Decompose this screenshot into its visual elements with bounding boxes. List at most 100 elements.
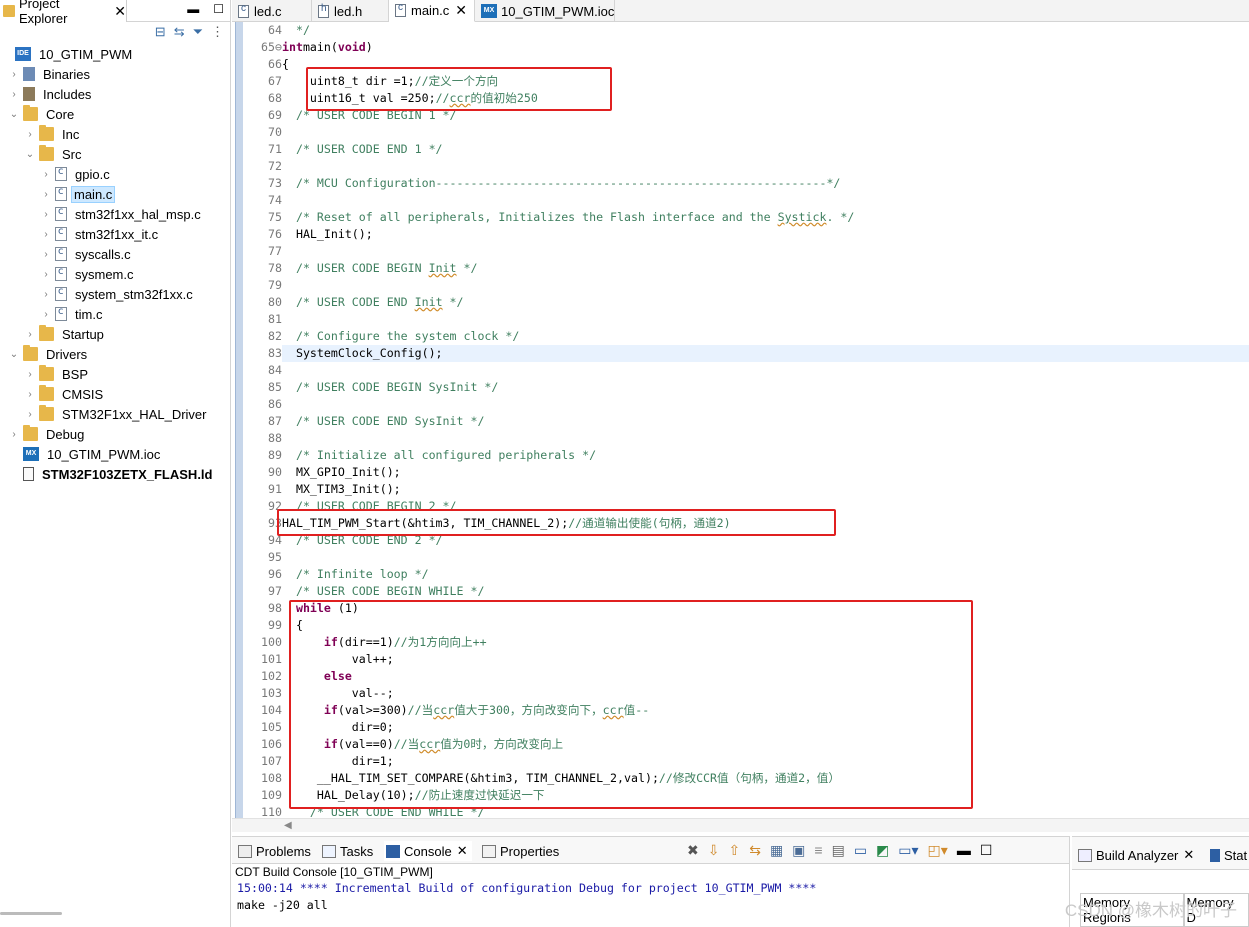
code-line[interactable]: __HAL_TIM_SET_COMPARE(&htim3, TIM_CHANNE…	[282, 770, 1249, 787]
close-icon[interactable]: ✕	[114, 4, 126, 18]
code-line[interactable]: /* USER CODE END Init */	[282, 294, 1249, 311]
chevron-right-icon[interactable]: ›	[40, 309, 52, 320]
chevron-right-icon[interactable]: ›	[24, 369, 36, 380]
tree-item[interactable]: › gpio.c	[40, 164, 114, 184]
code-line[interactable]: /* Configure the system clock */	[282, 328, 1249, 345]
code-line[interactable]: /* USER CODE BEGIN Init */	[282, 260, 1249, 277]
close-icon[interactable]: ✕	[455, 2, 467, 19]
code-line[interactable]: HAL_TIM_PWM_Start(&htim3, TIM_CHANNEL_2)…	[282, 515, 1249, 532]
tree-item[interactable]: MX 10_GTIM_PWM.ioc	[8, 444, 164, 464]
code-line[interactable]: HAL_Delay(10);//防止速度过快延迟一下	[282, 787, 1249, 804]
code-line[interactable]: if(dir==1)//为1方向向上++	[282, 634, 1249, 651]
code-line[interactable]: uint8_t dir =1;//定义一个方向	[282, 73, 1249, 90]
code-line[interactable]	[282, 158, 1249, 175]
code-line[interactable]: /* USER CODE END WHILE */	[282, 804, 1249, 818]
chevron-right-icon[interactable]: ›	[24, 409, 36, 420]
code-line[interactable]: val--;	[282, 685, 1249, 702]
scroll-left-icon[interactable]: ◀	[284, 820, 292, 831]
code-line[interactable]	[282, 124, 1249, 141]
chevron-down-icon[interactable]: ⌄	[8, 349, 20, 360]
code-line[interactable]: uint16_t val =250;//ccr的值初始250	[282, 90, 1249, 107]
code-line[interactable]: /* USER CODE BEGIN SysInit */	[282, 379, 1249, 396]
code-line[interactable]: dir=0;	[282, 719, 1249, 736]
tree-item[interactable]: › STM32F1xx_HAL_Driver	[24, 404, 211, 424]
code-editor[interactable]: 64 65⊖ 66 67 68 69 70 71 72 73 74 75 76 77 78 79 80 81 82 8…	[232, 22, 1249, 818]
minimize-icon[interactable]: ▬	[187, 2, 199, 16]
code-line[interactable]: /* USER CODE BEGIN WHILE */	[282, 583, 1249, 600]
chevron-right-icon[interactable]: ›	[40, 229, 52, 240]
code-line[interactable]	[282, 396, 1249, 413]
code-line[interactable]: /* Infinite loop */	[282, 566, 1249, 583]
copy-icon[interactable]: ▦	[770, 842, 783, 859]
maximize-icon[interactable]: ☐	[980, 842, 993, 859]
code-line[interactable]: /* USER CODE BEGIN 1 */	[282, 107, 1249, 124]
code-line[interactable]: MX_TIM3_Init();	[282, 481, 1249, 498]
open-console-icon[interactable]: ▭▾	[898, 842, 918, 859]
tab-console[interactable]: Console ✕	[384, 841, 472, 861]
display-console-icon[interactable]: ◩	[876, 842, 889, 859]
tree-item[interactable]: › CMSIS	[24, 384, 107, 404]
tree-item[interactable]: › Startup	[24, 324, 108, 344]
code-line[interactable]	[282, 430, 1249, 447]
chevron-right-icon[interactable]: ›	[24, 329, 36, 340]
tree-item[interactable]: STM32F103ZETX_FLASH.ld	[8, 464, 216, 484]
chevron-right-icon[interactable]: ›	[40, 269, 52, 280]
tree-item[interactable]: › stm32f1xx_it.c	[40, 224, 162, 244]
code-line[interactable]	[282, 362, 1249, 379]
code-line[interactable]: if(val>=300)//当ccr值大于300，方向改变向下，ccr值--	[282, 702, 1249, 719]
chevron-right-icon[interactable]: ›	[40, 209, 52, 220]
code-line[interactable]: MX_GPIO_Init();	[282, 464, 1249, 481]
code-line[interactable]: /* MCU Configuration--------------------…	[282, 175, 1249, 192]
filter-icon[interactable]: ⏷	[193, 24, 203, 40]
code-line[interactable]	[282, 243, 1249, 260]
word-wrap-icon[interactable]: ≡	[814, 842, 822, 859]
new-console-icon[interactable]: ◰▾	[928, 842, 948, 859]
clear-console-icon[interactable]: ▤	[832, 842, 845, 859]
view-menu-icon[interactable]: ⋮	[211, 24, 224, 40]
chevron-down-icon[interactable]: ⌄	[24, 149, 36, 160]
tree-item[interactable]: › Includes	[8, 84, 95, 104]
chevron-right-icon[interactable]: ›	[8, 69, 20, 80]
save-icon[interactable]: ▣	[792, 842, 805, 859]
code-line[interactable]: {	[282, 617, 1249, 634]
tree-item[interactable]: ⌄ Core	[8, 104, 78, 124]
remove-launch-icon[interactable]: ✖	[687, 842, 699, 859]
tree-item[interactable]: ⌄ Src	[24, 144, 86, 164]
tab-project-explorer[interactable]: Project Explorer ✕	[0, 0, 127, 26]
code-line[interactable]: /* USER CODE END 1 */	[282, 141, 1249, 158]
tree-item[interactable]: ⌄ Drivers	[8, 344, 91, 364]
code-line[interactable]: /* Initialize all configured peripherals…	[282, 447, 1249, 464]
tree-item[interactable]: › stm32f1xx_hal_msp.c	[40, 204, 205, 224]
tab-static-stack[interactable]: Stat	[1210, 845, 1247, 865]
link-with-editor-icon[interactable]: ⇆	[174, 24, 185, 40]
tab-tasks[interactable]: Tasks	[322, 841, 373, 861]
next-error-icon[interactable]: ⇆	[749, 842, 761, 859]
code-line[interactable]: else	[282, 668, 1249, 685]
pin-console-icon[interactable]: ▭	[854, 842, 867, 859]
code-line[interactable]: while (1)	[282, 600, 1249, 617]
collapse-all-icon[interactable]: ⊟	[155, 24, 166, 40]
code-line[interactable]	[282, 277, 1249, 294]
code-line[interactable]: intmain(void)	[282, 39, 1249, 56]
maximize-icon[interactable]: ☐	[213, 2, 224, 16]
code-line[interactable]: {	[282, 56, 1249, 73]
editor-tab[interactable]: led.h	[312, 0, 389, 22]
tree-item[interactable]: › sysmem.c	[40, 264, 138, 284]
scroll-down-icon[interactable]: ⇩	[708, 842, 720, 859]
close-icon[interactable]: ✕	[1183, 847, 1194, 863]
code-line[interactable]: /* USER CODE END SysInit */	[282, 413, 1249, 430]
tree-item[interactable]: › system_stm32f1xx.c	[40, 284, 197, 304]
tree-item[interactable]: › Debug	[8, 424, 88, 444]
code-line[interactable]: /* USER CODE BEGIN 2 */	[282, 498, 1249, 515]
tab-problems[interactable]: Problems	[238, 841, 311, 861]
minimize-icon[interactable]: ▬	[957, 842, 971, 859]
tree-item[interactable]: › BSP	[24, 364, 92, 384]
code-line[interactable]: HAL_Init();	[282, 226, 1249, 243]
tree-item[interactable]: › Binaries	[8, 64, 94, 84]
code-line[interactable]: /* Reset of all peripherals, Initializes…	[282, 209, 1249, 226]
horizontal-scrollbar[interactable]	[0, 912, 62, 915]
code-line[interactable]: /* USER CODE END 2 */	[282, 532, 1249, 549]
chevron-down-icon[interactable]: ⌄	[8, 109, 20, 120]
chevron-right-icon[interactable]: ›	[24, 389, 36, 400]
tree-item[interactable]: › syscalls.c	[40, 244, 135, 264]
